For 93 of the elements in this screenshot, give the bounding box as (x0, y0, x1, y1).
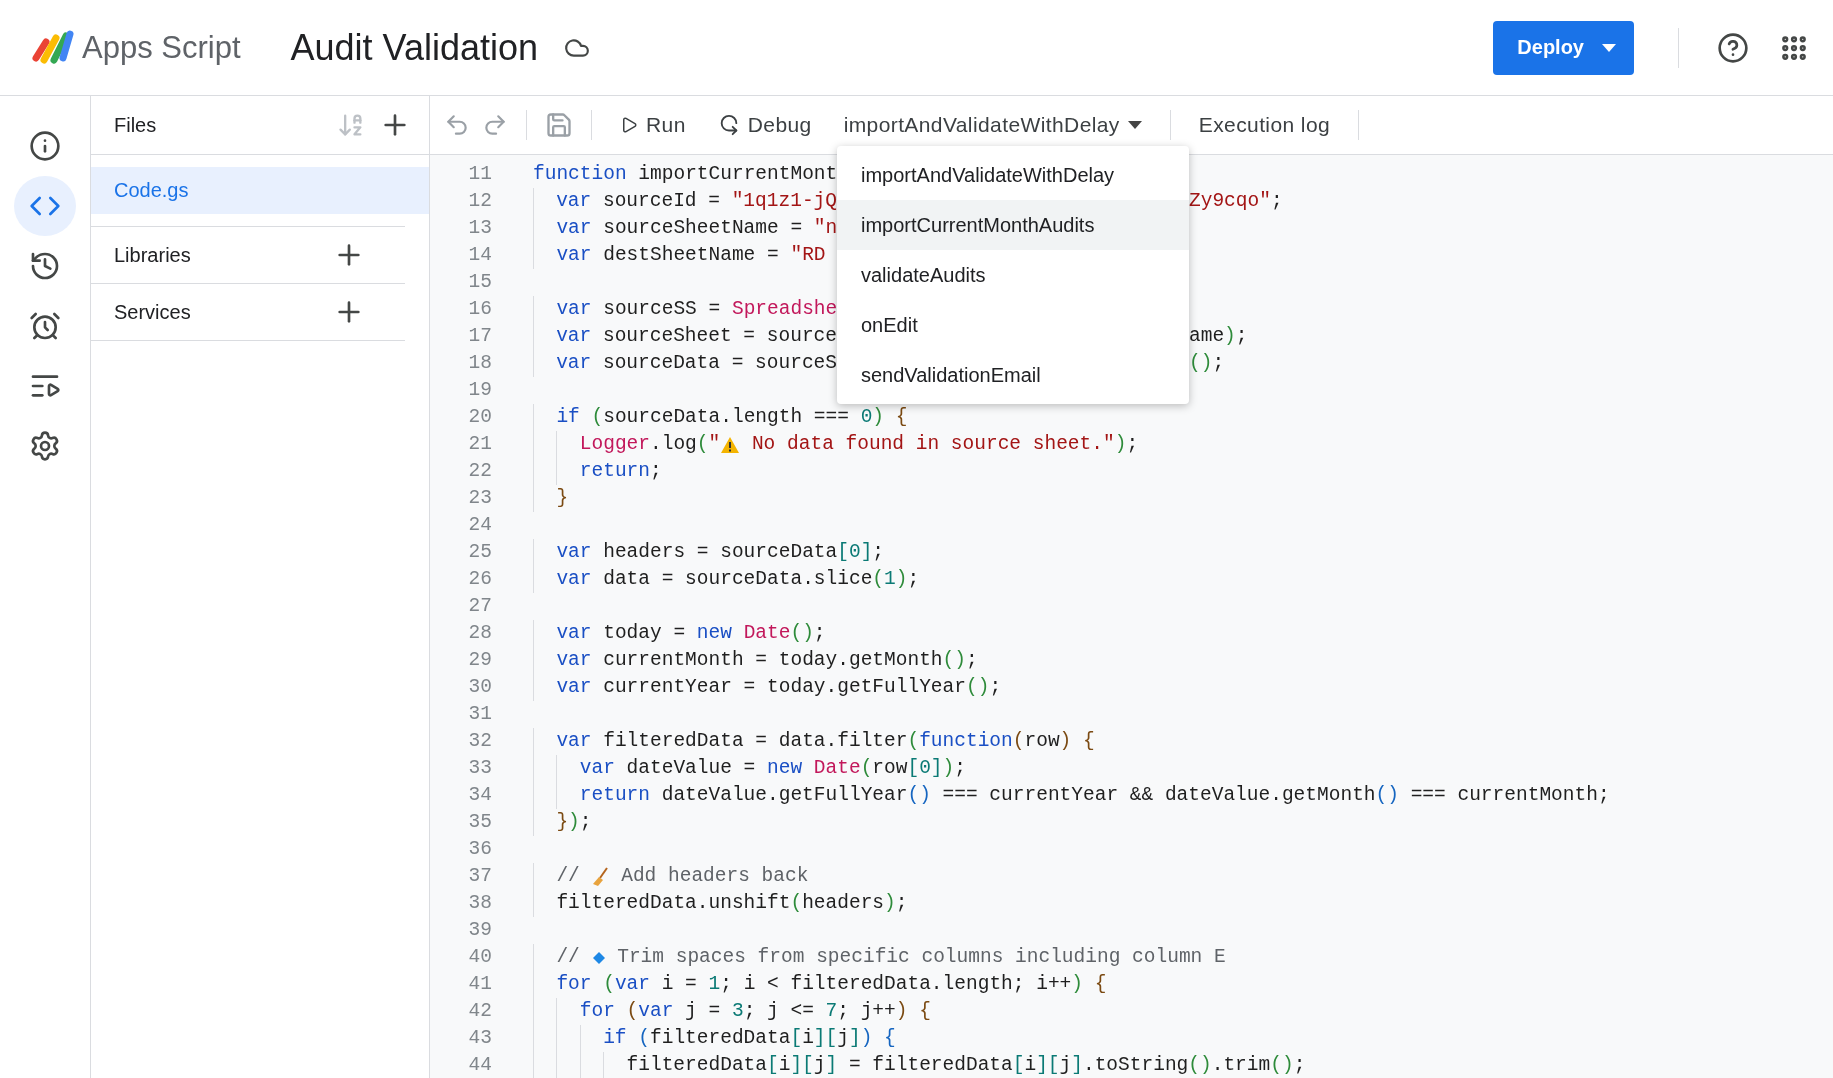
code-text: var currentMonth = today.getMonth(); (556, 648, 978, 673)
line-number: 20 (467, 405, 492, 430)
code-text: var sourceId = "1q1z1-jQ (556, 189, 837, 214)
code-text: filteredData.unshift(headers); (556, 891, 908, 916)
menu-item[interactable]: importCurrentMonthAudits (837, 200, 1189, 250)
line-number: 16 (467, 297, 492, 322)
line-number: 25 (467, 540, 492, 565)
code-text: // (556, 945, 581, 970)
line-number: 27 (467, 594, 492, 619)
run-button[interactable]: Run (606, 107, 700, 143)
line-number: 36 (467, 837, 492, 862)
line-number: 41 (467, 972, 492, 997)
line-number: 43 (467, 1026, 492, 1051)
code-text: Logger.log(" (579, 432, 721, 457)
line-number: 21 (467, 432, 492, 457)
broom-icon (591, 866, 610, 887)
line-number: 12 (467, 189, 492, 214)
code-text: Zy9cqo"; (1189, 189, 1283, 214)
warning-icon (720, 435, 741, 454)
menu-item[interactable]: validateAudits (837, 250, 1189, 300)
line-number: 18 (467, 351, 492, 376)
menu-item[interactable]: sendValidationEmail (837, 350, 1189, 400)
line-number: 39 (467, 918, 492, 943)
line-number: 23 (467, 486, 492, 511)
code-text: function importCurrentMont (533, 162, 838, 187)
code-text: return; (579, 459, 662, 484)
caret-icon (1127, 121, 1142, 129)
code-text: var dateValue = new Date(row[0]); (579, 756, 966, 781)
code-text: var sourceSheetName = "n (556, 216, 838, 241)
alarm-clock-icon (29, 310, 61, 342)
line-number: 40 (467, 945, 492, 970)
line-number: 38 (467, 891, 492, 916)
code-text: No data found in source sheet."); (750, 432, 1139, 457)
section-label[interactable]: Services (114, 300, 329, 324)
line-number: 11 (467, 162, 492, 187)
line-number: 30 (467, 675, 492, 700)
line-number: 34 (467, 783, 492, 808)
line-number: 29 (467, 648, 492, 673)
line-number: 15 (467, 270, 492, 295)
menu-item[interactable]: onEdit (837, 300, 1189, 350)
line-number: 26 (467, 567, 492, 592)
code-text: var currentYear = today.getFullYear(); (556, 675, 1002, 700)
line-number: 28 (467, 621, 492, 646)
line-number: 42 (467, 999, 492, 1024)
info-icon (29, 130, 61, 162)
function-dropdown[interactable]: importAndValidateWithDelay (829, 107, 1156, 143)
project-title[interactable]: Audit Validation (290, 26, 538, 69)
panel-title: Files (114, 113, 158, 137)
line-number: 22 (467, 459, 492, 484)
code-text: var data = sourceData.slice(1); (556, 567, 920, 592)
code-text: for (var i = 1; i < filteredData.length; i++) { (556, 972, 1107, 997)
code-text: } (556, 486, 569, 511)
code-text: Trim spaces from specific columns including column E (616, 945, 1226, 970)
code-text: var sourceData = sourceS (556, 351, 837, 376)
code-text: var today = new Date(); (556, 621, 826, 646)
code-text: ame); (1189, 324, 1248, 349)
code-text: if (sourceData.length === 0) { (556, 405, 908, 430)
code-text: (); (1189, 351, 1225, 376)
menu-item[interactable]: importAndValidateWithDelay (837, 150, 1189, 200)
line-number: 37 (467, 864, 492, 889)
line-number: 35 (467, 810, 492, 835)
section-label[interactable]: Libraries (114, 243, 329, 267)
play-icon (620, 116, 638, 134)
line-number: 24 (467, 513, 492, 538)
code-text: for (var j = 3; j <= 7; j++) { (579, 999, 931, 1024)
caret-icon (1602, 43, 1616, 52)
code-text: var sourceSheet = source (556, 324, 837, 349)
code-text: var sourceSS = Spreadshe (556, 297, 838, 322)
code-text: Add headers back (620, 864, 809, 889)
code-text: return dateValue.getFullYear() === currentYear && dateValue.getMonth() === currentMonth; (579, 783, 1610, 808)
line-number: 33 (467, 756, 492, 781)
code-text: // (556, 864, 581, 889)
code-text: filteredData[i][j] = filteredData[i][j].toString().trim(); (626, 1053, 1306, 1078)
code-text: var filteredData = data.filter(function(row) { (556, 729, 1095, 754)
code-text: }); (556, 810, 592, 835)
execution-log-button[interactable]: Execution log (1184, 107, 1345, 143)
line-number: 13 (467, 216, 492, 241)
app-name: Apps Script (82, 29, 241, 66)
line-number: 32 (467, 729, 492, 754)
diamond-icon (591, 950, 606, 965)
deploy-button[interactable]: Deploy (1493, 20, 1634, 75)
line-number: 19 (467, 378, 492, 403)
code-text: if (filteredData[i][j]) { (603, 1026, 896, 1051)
line-number: 14 (467, 243, 492, 268)
line-number: 31 (467, 702, 492, 727)
line-number: 44 (467, 1053, 492, 1078)
code-text: var destSheetName = "RD (556, 243, 826, 268)
code-text: var headers = sourceData[0]; (556, 540, 885, 565)
debug-button[interactable]: Debug (703, 107, 826, 143)
line-number: 17 (467, 324, 492, 349)
file-item[interactable]: Code.gs (91, 167, 429, 214)
settings-icon (29, 430, 61, 462)
clock-history-icon (29, 250, 61, 282)
